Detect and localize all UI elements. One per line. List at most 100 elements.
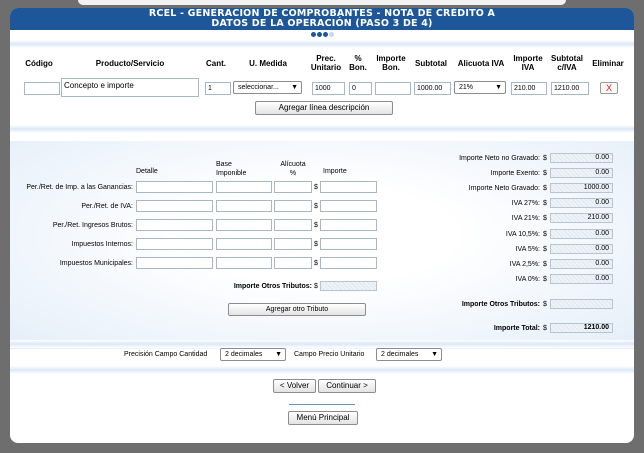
precision-precio-label: Campo Precio Unitario (294, 351, 365, 358)
tributo-importe-input[interactable] (320, 238, 377, 250)
codigo-input[interactable] (24, 82, 60, 95)
currency-symbol: $ (543, 155, 547, 162)
tributo-base-input[interactable] (216, 219, 272, 231)
currency-symbol: $ (543, 215, 547, 222)
step-dot-1 (310, 32, 316, 37)
tributo-base-input[interactable] (216, 257, 272, 269)
total-label: IVA 27%: (511, 200, 540, 207)
producto-textarea[interactable]: Concepto e importe (61, 78, 199, 97)
tributo-base-input[interactable] (216, 181, 272, 193)
tributo-alicuota-input[interactable] (274, 238, 312, 250)
tributo-detalle-input[interactable] (136, 219, 213, 231)
total-label: Importe Exento: (490, 170, 540, 177)
alicuota-select[interactable]: 21% ▼ (454, 81, 506, 94)
back-button[interactable]: < Volver (273, 379, 316, 393)
chevron-down-icon: ▼ (431, 351, 438, 358)
currency-symbol: $ (314, 283, 318, 290)
importe-iva-field (511, 82, 547, 95)
umedida-value: seleccionar... (238, 84, 279, 91)
browser-top-strip (78, 0, 566, 5)
total-label: IVA 0%: (515, 276, 540, 283)
tributo-base-input[interactable] (216, 238, 272, 250)
tributo-base-input[interactable] (216, 200, 272, 212)
tributos-col-base-1: Base (216, 161, 232, 168)
currency-symbol: $ (543, 185, 547, 192)
total-value: 0.00 (550, 153, 613, 163)
total-value: 0.00 (550, 244, 613, 254)
taxes-section: Detalle Base Imponible Alícuota% Importe … (10, 141, 634, 349)
total-importe-value: 1210.00 (550, 323, 613, 333)
currency-symbol: $ (543, 246, 547, 253)
tributos-col-alicuota-2: % (289, 170, 297, 177)
total-label: IVA 2,5%: (509, 261, 540, 268)
precision-cantidad-label: Precisión Campo Cantidad (124, 351, 208, 358)
bonificacion-input[interactable] (349, 82, 372, 95)
currency-symbol: $ (314, 241, 318, 248)
subtotal-field (414, 82, 451, 95)
total-label: Importe Neto Gravado: (468, 185, 540, 192)
tributo-label: Per./Ret. Ingresos Brutos: (52, 222, 133, 229)
total-label: Importe Neto no Gravado: (459, 155, 540, 162)
tributo-importe-input[interactable] (320, 200, 377, 212)
tributo-importe-input[interactable] (320, 257, 377, 269)
umedida-select[interactable]: seleccionar... ▼ (233, 81, 302, 94)
col-impbon-2: Bon. (382, 63, 400, 72)
chevron-down-icon: ▼ (275, 351, 282, 358)
total-importe-label: Importe Total: (493, 325, 540, 332)
col-eliminar: Eliminar (592, 59, 624, 68)
tributo-alicuota-input[interactable] (274, 219, 312, 231)
tributo-detalle-input[interactable] (136, 257, 213, 269)
tributos-col-alicuota: Alícuota% (280, 160, 306, 178)
precision-cantidad-select[interactable]: 2 decimales ▼ (220, 348, 286, 361)
currency-symbol: $ (543, 170, 547, 177)
tributo-label: Per./Ret. de IVA: (81, 203, 133, 210)
cantidad-input[interactable] (205, 82, 231, 95)
total-label: IVA 21%: (511, 215, 540, 222)
tributo-alicuota-input[interactable] (274, 257, 312, 269)
tributo-alicuota-input[interactable] (274, 200, 312, 212)
tributo-detalle-input[interactable] (136, 200, 213, 212)
precision-precio-select[interactable]: 2 decimales ▼ (376, 348, 442, 361)
currency-symbol: $ (543, 276, 547, 283)
delete-line-button[interactable]: X (600, 82, 618, 94)
add-line-button[interactable]: Agregar línea descripción (255, 101, 393, 115)
precio-input[interactable] (312, 82, 345, 95)
tributos-col-base: Base Imponible (216, 160, 246, 178)
tributo-importe-input[interactable] (320, 219, 377, 231)
tributos-col-alicuota-1: Alícuota (280, 161, 306, 168)
tributos-otros-label: Importe Otros Tributos: (233, 283, 312, 290)
tributos-otros-field (320, 281, 377, 291)
step-dot-4 (328, 32, 334, 37)
title-line-2: DATOS DE LA OPERACIÓN (PASO 3 DE 4) (211, 18, 433, 29)
col-alicuota: Alicuota IVA (457, 59, 505, 68)
col-impbon: Importe Bon. (372, 54, 410, 72)
tributo-alicuota-input[interactable] (274, 181, 312, 193)
currency-symbol: $ (543, 200, 547, 207)
totals-otros-label: Importe Otros Tributos: (461, 301, 540, 308)
col-subiva-2: c/IVA (557, 63, 577, 72)
currency-symbol: $ (543, 325, 547, 332)
tributos-col-base-2: Imponible (216, 170, 247, 177)
tributo-importe-input[interactable] (320, 181, 377, 193)
tributo-detalle-input[interactable] (136, 238, 213, 250)
totals-otros-value (550, 299, 613, 309)
currency-symbol: $ (314, 184, 318, 191)
separator (10, 125, 634, 133)
col-impiva: Importe IVA (510, 54, 546, 72)
continue-button[interactable]: Continuar > (318, 379, 376, 393)
col-producto: Producto/Servicio (95, 59, 165, 68)
main-menu-button[interactable]: Menú Principal (288, 411, 358, 425)
total-value: 0.00 (550, 168, 613, 178)
add-tributo-button[interactable]: Agregar otro Tributo (228, 303, 366, 316)
tributo-label: Per./Ret. de Imp. a las Ganancias: (26, 184, 133, 191)
total-label: IVA 10,5%: (505, 231, 540, 238)
tributo-detalle-input[interactable] (136, 181, 213, 193)
col-bon-1: % (354, 54, 362, 63)
col-bon-2: Bon. (349, 63, 367, 72)
col-impiva-1: Importe (513, 54, 543, 63)
importe-bon-input[interactable] (375, 82, 411, 95)
total-value: 0.00 (550, 198, 613, 208)
tributos-col-importe: Importe (323, 168, 347, 175)
total-value: 0.00 (550, 274, 613, 284)
alicuota-value: 21% (459, 84, 474, 91)
